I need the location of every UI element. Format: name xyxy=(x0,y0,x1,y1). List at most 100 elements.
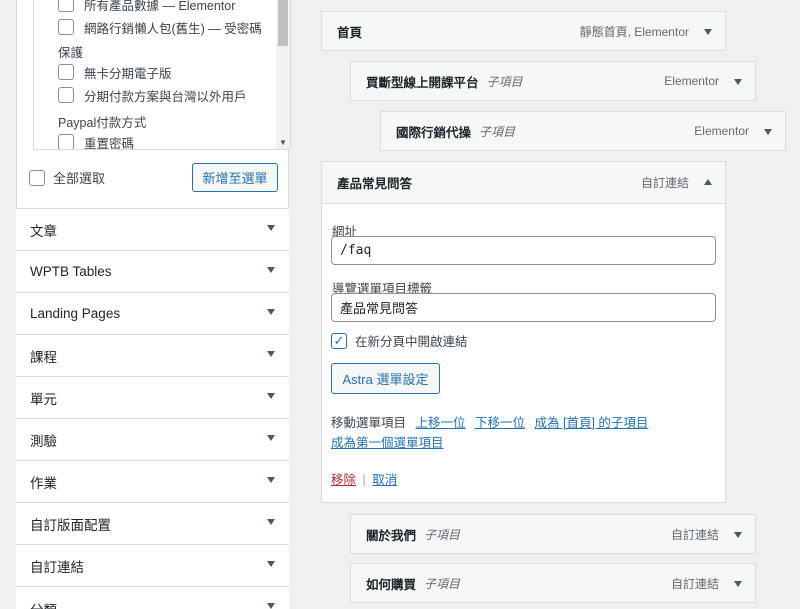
accordion-label: 自訂連結 xyxy=(30,559,84,575)
menu-item-subtitle: 子項目 xyxy=(486,74,523,89)
scroll-down-icon[interactable]: ▼ xyxy=(279,138,287,147)
item-label: 無卡分期電子版 xyxy=(84,66,172,81)
caret-down-icon xyxy=(267,309,275,315)
open-new-tab-label: 在新分頁中開啟連結 xyxy=(355,335,468,349)
caret-down-icon xyxy=(267,519,275,525)
select-all-checkbox[interactable] xyxy=(29,169,45,186)
cancel-link[interactable]: 取消 xyxy=(372,473,397,487)
item-label: 網路行銷懶人包(舊生) — 受密碼 xyxy=(84,21,262,36)
caret-down-icon xyxy=(267,351,275,357)
accordion-custom-layouts[interactable]: 自訂版面配置 xyxy=(16,502,289,544)
list-item[interactable]: 網路行銷懶人包(舊生) — 受密碼 xyxy=(58,17,262,37)
nav-label-input[interactable]: 產品常見問答 xyxy=(331,293,716,322)
menu-item-title: 關於我們 xyxy=(366,528,417,543)
checkmark-icon[interactable]: ✓ xyxy=(331,332,347,349)
item-checkbox[interactable] xyxy=(58,64,74,80)
toggle-arrow-icon[interactable] xyxy=(734,532,742,538)
astra-menu-settings-button[interactable]: Astra 選單設定 xyxy=(331,363,440,394)
menu-item-title: 首頁 xyxy=(337,25,363,40)
menu-item-type: 自訂連結 xyxy=(670,527,719,542)
menu-item-type: Elementor xyxy=(694,124,749,138)
menu-item-subtitle: 子項目 xyxy=(479,124,516,139)
move-menu-item-row: 移動選單項目 上移一位 下移一位 成為 [首頁] 的子項目 xyxy=(331,412,654,431)
menu-item-title: 國際行銷代操 xyxy=(396,125,472,140)
open-new-tab-control[interactable]: ✓ 在新分頁中開啟連結 xyxy=(331,331,468,350)
toggle-arrow-icon[interactable] xyxy=(734,581,742,587)
menu-item-faq-header[interactable]: 產品常見問答 自訂連結 xyxy=(322,162,725,204)
list-scrollbar[interactable]: ▼ xyxy=(276,0,290,149)
menu-item-title: 如何購買 xyxy=(366,577,417,592)
move-up-link[interactable]: 上移一位 xyxy=(416,416,466,430)
item-label: 重置密碼 xyxy=(84,136,135,150)
move-to-top-link[interactable]: 成為第一個選單項目 xyxy=(331,436,444,450)
move-top-row: 成為第一個選單項目 xyxy=(331,432,450,451)
caret-down-icon xyxy=(267,477,275,483)
accordion-label: 作業 xyxy=(30,475,57,491)
move-down-link[interactable]: 下移一位 xyxy=(475,416,525,430)
accordion-label: WPTB Tables xyxy=(30,264,112,279)
menu-item-intl-marketing[interactable]: 國際行銷代操 子項目 Elementor xyxy=(380,111,786,151)
remove-link[interactable]: 移除 xyxy=(331,473,356,487)
menu-item-subtitle: 子項目 xyxy=(424,527,461,542)
accordion-posts[interactable]: 文章 xyxy=(16,208,289,250)
accordion-assignments[interactable]: 作業 xyxy=(16,460,289,502)
move-under-home-link[interactable]: 成為 [首頁] 的子項目 xyxy=(535,416,649,430)
caret-down-icon xyxy=(267,435,275,441)
accordion-label: 課程 xyxy=(30,349,57,365)
list-item[interactable]: 無卡分期電子版 xyxy=(58,62,172,82)
accordion-label: 分類 xyxy=(30,599,57,609)
menu-item-how-to-buy[interactable]: 如何購買 子項目 自訂連結 xyxy=(350,563,756,603)
url-input[interactable]: /faq xyxy=(331,236,716,265)
menu-item-type: Elementor xyxy=(664,74,719,88)
item-checkbox[interactable] xyxy=(58,19,74,35)
item-checkbox[interactable] xyxy=(58,0,74,12)
item-actions: 移除 | 取消 xyxy=(331,469,397,488)
group-label: 保護 xyxy=(58,46,84,60)
item-label: 分期付款方案與台灣以外用戶 xyxy=(84,89,247,104)
item-label: 所有產品數據 — Elementor xyxy=(84,0,236,13)
add-to-menu-button[interactable]: 新增至選單 xyxy=(192,163,278,192)
accordion-courses[interactable]: 課程 xyxy=(16,334,289,376)
group-label: Paypal付款方式 xyxy=(58,116,147,130)
page-checklist[interactable]: 所有產品數據 — Elementor 網路行銷懶人包(舊生) — 受密碼 保護 … xyxy=(33,0,291,150)
accordion-label: 測驗 xyxy=(30,433,57,449)
menu-item-type: 自訂連結 xyxy=(670,576,719,591)
select-all-control[interactable]: 全部選取 xyxy=(29,168,105,187)
toggle-arrow-icon[interactable] xyxy=(734,79,742,85)
action-separator: | xyxy=(362,473,366,487)
list-item[interactable]: 所有產品數據 — Elementor xyxy=(58,0,235,14)
list-item[interactable]: 重置密碼 xyxy=(58,132,135,150)
list-item[interactable]: 分期付款方案與台灣以外用戶 xyxy=(58,85,247,105)
accordion-landing-pages[interactable]: Landing Pages xyxy=(16,292,289,334)
move-label: 移動選單項目 xyxy=(331,416,407,430)
item-checkbox[interactable] xyxy=(58,134,74,149)
menu-item-home[interactable]: 首頁 靜態首頁, Elementor xyxy=(321,11,726,51)
select-all-label: 全部選取 xyxy=(53,171,106,186)
caret-down-icon xyxy=(267,393,275,399)
toggle-arrow-icon[interactable] xyxy=(764,129,772,135)
item-checkbox[interactable] xyxy=(58,87,74,103)
menu-item-type: 靜態首頁, Elementor xyxy=(579,24,689,39)
accordion-label: 文章 xyxy=(30,223,57,239)
menu-item-faq-expanded: 產品常見問答 自訂連結 網址 /faq 導覽選單項目標籤 產品常見問答 ✓ 在新… xyxy=(321,161,726,503)
accordion-wptb-tables[interactable]: WPTB Tables xyxy=(16,250,289,292)
caret-down-icon xyxy=(267,603,275,609)
menu-item-about-us[interactable]: 關於我們 子項目 自訂連結 xyxy=(350,514,756,554)
menu-item-course-platform[interactable]: 買斷型線上開課平台 子項目 Elementor xyxy=(350,61,756,101)
accordion-label: Landing Pages xyxy=(30,306,121,321)
accordion-categories[interactable]: 分類 xyxy=(16,586,289,609)
caret-down-icon xyxy=(267,561,275,567)
accordion-label: 自訂版面配置 xyxy=(30,517,111,533)
caret-down-icon xyxy=(267,267,275,273)
menu-item-subtitle: 子項目 xyxy=(424,576,461,591)
collapse-arrow-icon[interactable] xyxy=(704,179,712,185)
caret-down-icon xyxy=(267,225,275,231)
accordion-custom-links[interactable]: 自訂連結 xyxy=(16,544,289,586)
scrollbar-thumb[interactable] xyxy=(278,0,288,46)
accordion-units[interactable]: 單元 xyxy=(16,376,289,418)
toggle-arrow-icon[interactable] xyxy=(704,29,712,35)
accordion-quizzes[interactable]: 測驗 xyxy=(16,418,289,460)
menu-item-title: 買斷型線上開課平台 xyxy=(366,75,479,90)
accordion-label: 單元 xyxy=(30,391,57,407)
menu-item-title: 產品常見問答 xyxy=(337,177,413,191)
